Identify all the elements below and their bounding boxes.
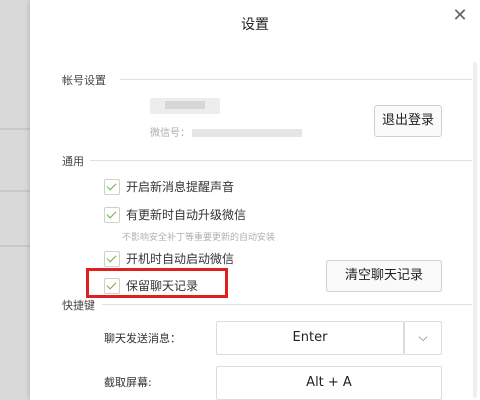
background-divider [0, 245, 30, 247]
option-label: 开启新消息提醒声音 [126, 180, 235, 194]
option-label: 开机时自动启动微信 [126, 252, 235, 266]
option-label: 有更新时自动升级微信 [126, 208, 247, 222]
auto-update-note: 不影响安全补丁等重要更新的自动安装 [122, 233, 276, 243]
option-label: 保留聊天记录 [126, 279, 199, 293]
close-icon[interactable]: ✕ [450, 6, 470, 26]
option-keep-chat-history[interactable]: 保留聊天记录 [104, 277, 198, 294]
option-auto-update[interactable]: 有更新时自动升级微信 [104, 206, 246, 223]
option-new-message-sound[interactable]: 开启新消息提醒声音 [104, 178, 234, 195]
section-divider [90, 160, 472, 161]
option-auto-start[interactable]: 开机时自动启动微信 [104, 250, 234, 267]
send-message-label: 聊天发送消息： [104, 332, 181, 345]
wechat-id: 微信号： [150, 124, 302, 139]
settings-dialog: 设置 ✕ 帐号设置 微信号： 退出登录 通用 开启新消息提醒声音 有更新时自动升… [30, 0, 480, 400]
section-account-label: 帐号设置 [62, 74, 106, 87]
checkbox-checked-icon[interactable] [104, 178, 120, 195]
clear-chat-history-button[interactable]: 清空聊天记录 [326, 260, 442, 292]
section-shortcuts-label: 快捷键 [62, 299, 95, 312]
background-window [0, 0, 30, 400]
chevron-down-icon[interactable]: ⌵ [404, 321, 442, 355]
scrollbar[interactable] [473, 62, 477, 398]
capture-screen-shortcut-field[interactable]: Alt + A [216, 366, 442, 400]
send-message-shortcut-field[interactable]: Enter [216, 321, 404, 355]
checkbox-checked-icon[interactable] [104, 250, 120, 267]
section-general-label: 通用 [62, 155, 84, 168]
checkbox-checked-icon[interactable] [104, 206, 120, 223]
logout-button[interactable]: 退出登录 [374, 105, 442, 137]
wechat-id-blurred [192, 129, 302, 137]
section-divider [102, 304, 472, 305]
account-name-blurred [150, 98, 220, 114]
dialog-title: 设置 [241, 17, 269, 33]
capture-screen-label: 截取屏幕: [104, 376, 152, 389]
checkbox-checked-icon[interactable] [104, 277, 120, 294]
section-divider [120, 79, 472, 80]
background-divider [0, 128, 30, 130]
wechat-id-label: 微信号： [150, 128, 190, 139]
background-divider [0, 190, 30, 192]
